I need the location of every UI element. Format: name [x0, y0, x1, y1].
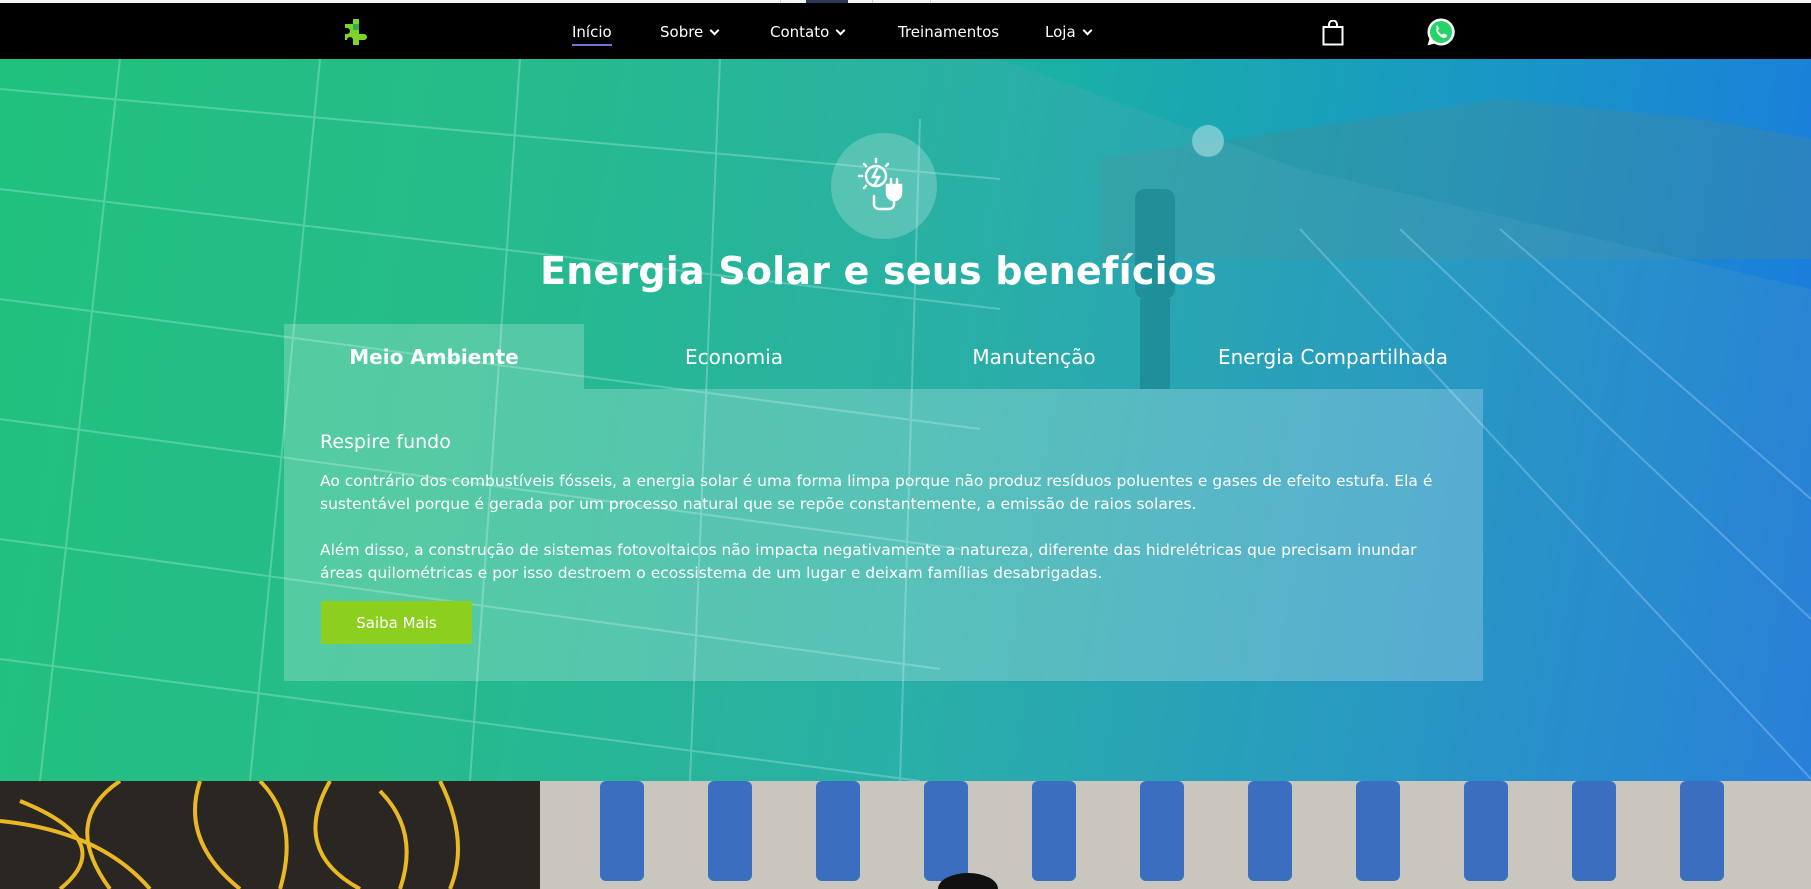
nav-label: Contato: [770, 23, 830, 41]
nav-label: Loja: [1045, 23, 1076, 41]
cables-image-section: [0, 781, 1811, 889]
puzzle-piece-logo-icon[interactable]: [343, 17, 369, 47]
tab-economia[interactable]: Economia: [584, 324, 884, 389]
benefit-tabs: Meio Ambiente Economia Manutenção Energi…: [284, 324, 1483, 389]
site-header: Início Sobre Contato Treinamentos Loja: [0, 3, 1811, 59]
nav-item-contato[interactable]: Contato: [770, 23, 846, 41]
panel-paragraph: Além disso, a construção de sistemas fot…: [320, 541, 1417, 582]
solar-plug-icon: [857, 157, 903, 211]
nav-item-sobre[interactable]: Sobre: [660, 23, 720, 41]
panel-paragraph: Ao contrário dos combustíveis fósseis, a…: [320, 472, 1433, 513]
tab-energia-compartilhada[interactable]: Energia Compartilhada: [1183, 324, 1483, 389]
network-cables-image: [0, 781, 1811, 889]
hero-title: Energia Solar e seus benefícios: [540, 249, 1217, 293]
solar-plug-icon: [831, 133, 937, 239]
saiba-mais-button[interactable]: Saiba Mais: [321, 601, 472, 644]
nav-label: Treinamentos: [898, 23, 1000, 41]
nav-item-treinamentos[interactable]: Treinamentos: [898, 23, 999, 41]
tab-meio-ambiente[interactable]: Meio Ambiente: [284, 324, 584, 389]
panel-heading: Respire fundo: [320, 431, 451, 453]
tab-manutencao[interactable]: Manutenção: [884, 324, 1184, 389]
hero-section: Energia Solar e seus benefícios Meio Amb…: [0, 59, 1811, 781]
shopping-bag-icon[interactable]: [1322, 20, 1344, 46]
nav-label: Sobre: [660, 23, 704, 41]
whatsapp-icon[interactable]: [1426, 17, 1456, 47]
nav-label: Início: [572, 23, 612, 46]
chevron-down-icon: [1082, 25, 1093, 35]
chevron-down-icon: [835, 25, 846, 35]
nav-item-inicio[interactable]: Início: [572, 23, 612, 46]
tab-panel: Respire fundo Ao contrário dos combustív…: [284, 389, 1483, 681]
nav-item-loja[interactable]: Loja: [1045, 23, 1093, 41]
chevron-down-icon: [709, 25, 720, 35]
